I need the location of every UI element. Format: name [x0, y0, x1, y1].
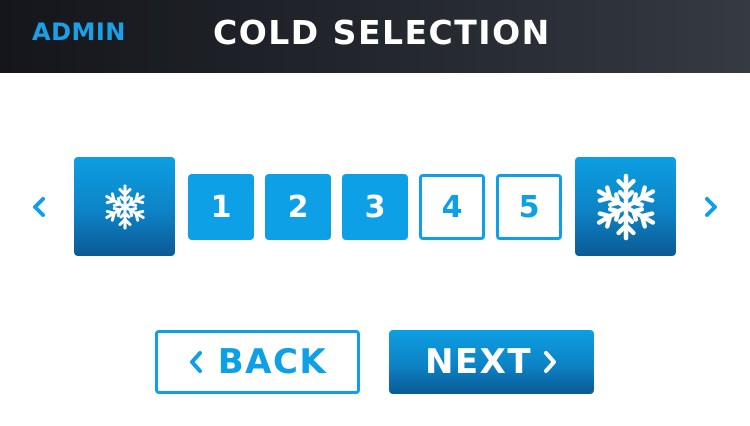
page-title: COLD SELECTION: [213, 13, 551, 52]
level-button-2[interactable]: 2: [265, 174, 331, 240]
chevron-right-icon[interactable]: [698, 192, 724, 222]
level-button-1[interactable]: 1: [188, 174, 254, 240]
chevron-right-icon: [542, 349, 558, 375]
snowflake-large-icon: [575, 157, 676, 256]
level-button-3[interactable]: 3: [342, 174, 408, 240]
chevron-left-icon[interactable]: [26, 192, 52, 222]
admin-link[interactable]: ADMIN: [32, 18, 126, 46]
snowflake-small-icon: [74, 157, 175, 256]
chevron-left-icon: [188, 349, 204, 375]
next-button[interactable]: NEXT: [389, 330, 594, 394]
top-bar: ADMIN COLD SELECTION: [0, 0, 750, 73]
level-button-4[interactable]: 4: [419, 174, 485, 240]
next-button-label: NEXT: [424, 342, 533, 382]
back-button-label: BACK: [217, 342, 328, 382]
level-button-5[interactable]: 5: [496, 174, 562, 240]
back-button[interactable]: BACK: [155, 330, 360, 394]
